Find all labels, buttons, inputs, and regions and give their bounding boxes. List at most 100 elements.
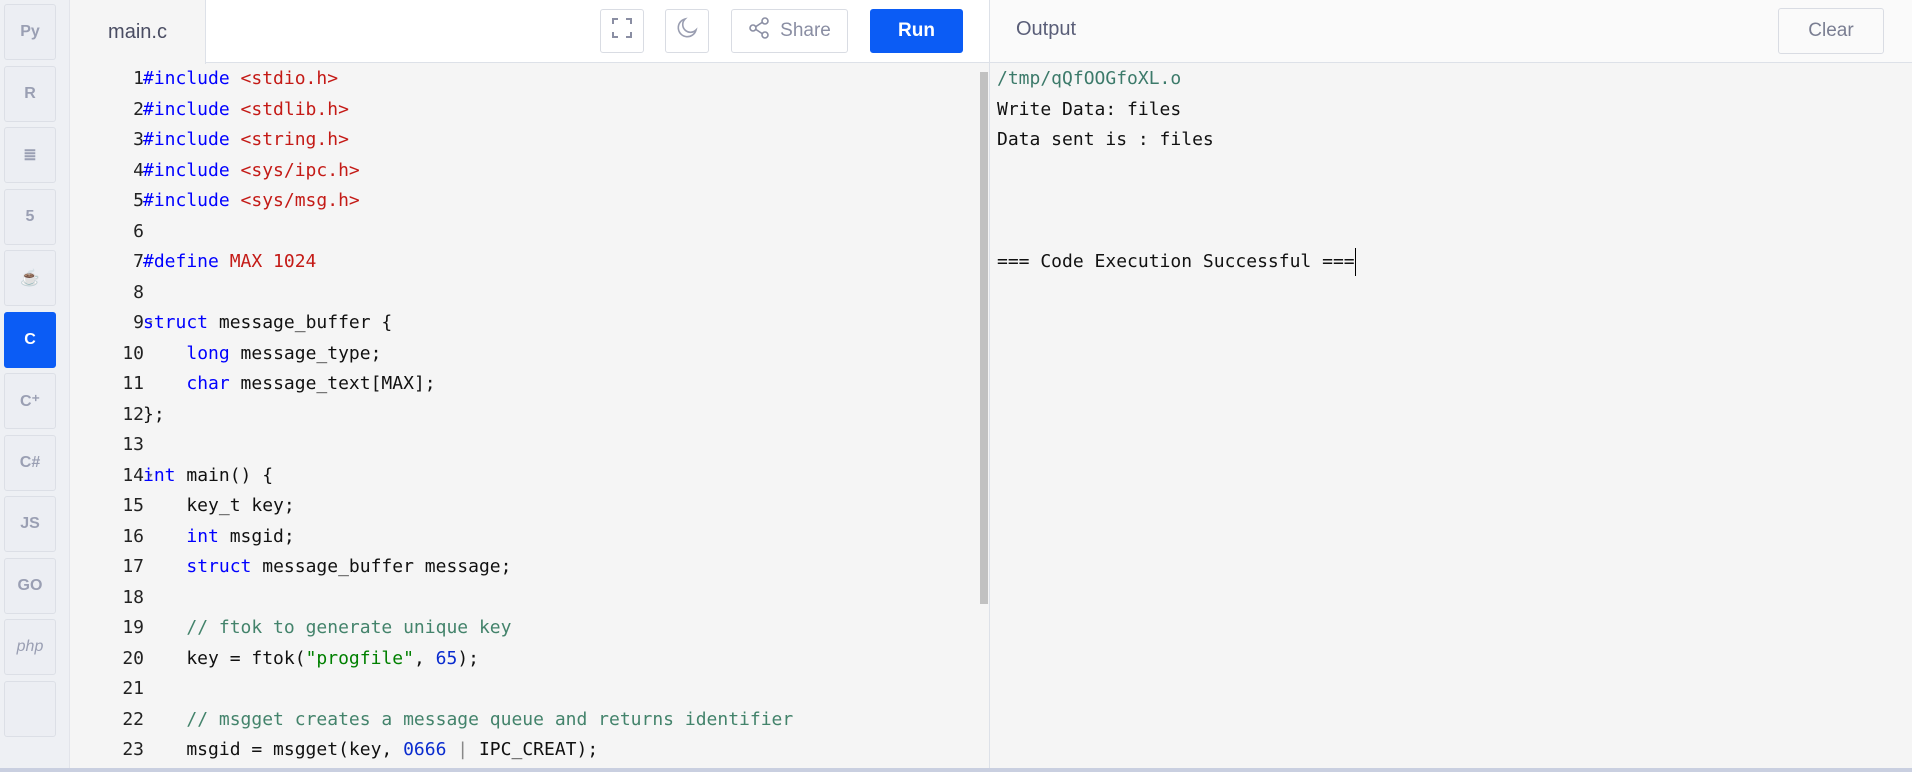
code-token: MAX 1024 bbox=[218, 251, 317, 272]
line-number: 4 bbox=[133, 159, 144, 181]
code-line: // msgget creates a message queue and re… bbox=[143, 705, 793, 735]
go-icon: GO bbox=[17, 576, 43, 594]
code-token: message_type; bbox=[229, 342, 382, 364]
code-token: 0666 bbox=[403, 739, 447, 760]
code-token: message_buffer message; bbox=[251, 556, 512, 577]
sidebar-item-php[interactable]: php bbox=[4, 619, 56, 675]
code-line: msgid = msgget(key, 0666 | IPC_CREAT); bbox=[143, 735, 598, 765]
sidebar-item-cpp[interactable]: C⁺ bbox=[4, 373, 56, 429]
code-token: #include bbox=[143, 190, 230, 211]
code-line: // ftok to generate unique key bbox=[143, 613, 511, 643]
line-number: 13 bbox=[122, 434, 144, 455]
code-token: , bbox=[413, 647, 436, 669]
code-token: message_buffer { bbox=[208, 312, 393, 333]
line-number: 6 bbox=[133, 220, 144, 242]
line-number: 2 bbox=[133, 98, 144, 120]
line-number: 23 bbox=[122, 739, 144, 760]
fullscreen-icon bbox=[611, 17, 633, 45]
line-number: 7 bbox=[133, 251, 144, 272]
code-token: IPC_CREAT); bbox=[478, 739, 599, 760]
code-token: <stdlib.h> bbox=[229, 98, 349, 120]
code-token: // msgget creates a message queue and re… bbox=[186, 708, 794, 730]
tab-main-c[interactable]: main.c bbox=[70, 0, 206, 64]
php-icon: php bbox=[16, 638, 44, 655]
output-line: Data sent is : files bbox=[997, 125, 1356, 156]
text-cursor bbox=[1354, 248, 1357, 276]
code-line: struct message_buffer message; bbox=[143, 552, 511, 582]
sidebar-item-sql[interactable]: ≣ bbox=[4, 127, 56, 183]
output-title: Output bbox=[1016, 18, 1077, 40]
sidebar-item-c[interactable]: C bbox=[4, 311, 56, 368]
code-line: #include <sys/msg.h> bbox=[143, 186, 360, 216]
output-path: /tmp/qQfOOGfoXL.o bbox=[997, 68, 1182, 89]
line-number: 10 bbox=[122, 342, 144, 364]
code-editor[interactable]: 1 #include <stdio.h> 2 #include <stdlib.h> 3… bbox=[70, 64, 989, 768]
line-number: 1 bbox=[133, 68, 144, 89]
sidebar-item-csharp[interactable]: C# bbox=[4, 434, 56, 491]
line-number: 9 ▾ bbox=[70, 308, 153, 338]
dark-mode-button[interactable] bbox=[665, 9, 709, 53]
output-console[interactable]: /tmp/qQfOOGfoXL.o Write Data: files Data … bbox=[997, 64, 1357, 278]
output-text: === Code Execution Successful === bbox=[997, 251, 1355, 272]
sidebar-item-r[interactable]: R bbox=[4, 65, 56, 122]
panel-divider[interactable] bbox=[989, 0, 990, 768]
sidebar-item-javascript[interactable]: JS bbox=[4, 496, 56, 552]
status-bar bbox=[0, 768, 1912, 772]
line-number: 18 bbox=[122, 586, 144, 608]
code-token: struct bbox=[186, 556, 252, 577]
python-icon: Py bbox=[20, 23, 40, 40]
code-token: #include bbox=[143, 129, 230, 150]
code-token: "progfile" bbox=[305, 647, 414, 669]
sql-icon: ≣ bbox=[23, 147, 37, 164]
code-token: <stdio.h> bbox=[229, 68, 339, 89]
c-icon: C bbox=[24, 330, 36, 348]
code-token: int bbox=[186, 525, 219, 547]
line-number: 12 bbox=[122, 403, 144, 425]
code-line: int msgid; bbox=[143, 522, 295, 552]
code-token: #include bbox=[143, 159, 230, 181]
language-sidebar: Py R ≣ 5 ☕ C C⁺ C# JS GO php bbox=[0, 0, 70, 768]
run-button[interactable]: Run bbox=[870, 9, 963, 53]
sidebar-item-python[interactable]: Py bbox=[4, 4, 56, 60]
line-number: 3 bbox=[133, 129, 144, 150]
code-line: #include <sys/ipc.h> bbox=[143, 156, 360, 186]
line-number: 17 bbox=[122, 556, 144, 577]
code-token: key = ftok( bbox=[143, 647, 306, 669]
code-token: #define bbox=[143, 251, 219, 272]
code-line: }; bbox=[143, 400, 165, 430]
sidebar-item-html[interactable]: 5 bbox=[4, 188, 56, 245]
cpp-icon: C⁺ bbox=[20, 393, 40, 410]
code-token: msgid; bbox=[218, 525, 295, 547]
sidebar-item-go[interactable]: GO bbox=[4, 557, 56, 614]
code-token: }; bbox=[143, 403, 165, 425]
share-button[interactable]: Share bbox=[731, 9, 848, 53]
code-token: | bbox=[446, 739, 479, 760]
sidebar-item-more[interactable] bbox=[4, 680, 56, 737]
code-line: long message_type; bbox=[143, 339, 381, 369]
code-line: #include <stdlib.h> bbox=[143, 95, 349, 125]
editor-scrollbar[interactable] bbox=[980, 72, 988, 604]
line-number: 14 ▾ bbox=[70, 461, 153, 491]
code-line: #include <string.h> bbox=[143, 125, 349, 155]
code-line: #define MAX 1024 bbox=[143, 247, 316, 277]
fullscreen-button[interactable] bbox=[600, 9, 644, 53]
code-token: int bbox=[143, 464, 176, 486]
code-line: key_t key; bbox=[143, 491, 294, 521]
clear-button[interactable]: Clear bbox=[1778, 8, 1884, 54]
javascript-icon: JS bbox=[20, 515, 40, 532]
code-line: #include <stdio.h> bbox=[143, 64, 338, 94]
line-number: 20 bbox=[122, 647, 144, 669]
code-token: 65 bbox=[435, 647, 458, 669]
line-number: 22 bbox=[122, 708, 144, 730]
code-token: main() { bbox=[175, 464, 274, 486]
code-token: msgid = msgget(key, bbox=[143, 739, 404, 760]
code-token: #include bbox=[143, 68, 230, 89]
sidebar-item-java[interactable]: ☕ bbox=[4, 250, 56, 306]
code-token: long bbox=[186, 342, 230, 364]
share-label: Share bbox=[780, 20, 831, 41]
